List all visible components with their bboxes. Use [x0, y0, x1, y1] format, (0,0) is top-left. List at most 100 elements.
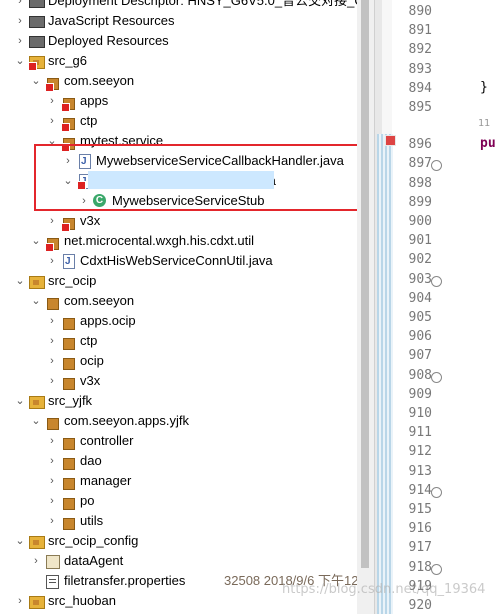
editor-text-area[interactable]	[444, 0, 496, 614]
chevron-right-icon[interactable]: ›	[46, 451, 58, 471]
tree-item-label: net.microcental.wxgh.his.cdxt.util	[64, 233, 255, 248]
chevron-right-icon[interactable]: ›	[14, 591, 26, 611]
tree-item[interactable]: ⌄ net.microcental.wxgh.his.cdxt.util	[0, 231, 357, 252]
package-icon	[60, 333, 76, 350]
chevron-right-icon[interactable]: ›	[14, 11, 26, 31]
tree-item-label: com.seeyon	[64, 293, 135, 308]
chevron-down-icon[interactable]: ⌄	[30, 231, 42, 251]
chevron-right-icon[interactable]: ›	[46, 431, 58, 451]
tree-item-label: src_huoban	[48, 593, 116, 608]
chevron-right-icon[interactable]: ›	[46, 491, 58, 511]
tree-item[interactable]: › manager	[0, 471, 357, 491]
line-number: 916	[408, 521, 432, 537]
tree-item[interactable]: › JavaScript Resources	[0, 11, 357, 31]
tree-item[interactable]: › dao	[0, 451, 357, 471]
chevron-right-icon[interactable]: ›	[46, 251, 58, 271]
annotation-red-box	[34, 144, 360, 211]
chevron-right-icon[interactable]: ›	[46, 371, 58, 391]
tree-item[interactable]: › controller	[0, 431, 357, 451]
line-number: 902	[408, 252, 432, 268]
line-number: 904	[408, 290, 432, 306]
fold-toggle-icon[interactable]	[431, 275, 442, 287]
properties-file-icon	[44, 573, 60, 589]
chevron-right-icon[interactable]: ›	[46, 471, 58, 491]
tree-item[interactable]: › ctp	[0, 111, 357, 132]
java-file-icon	[60, 252, 76, 272]
chevron-right-icon[interactable]: ›	[46, 311, 58, 331]
tree-item[interactable]: › CdxtHisWebServiceConnUtil.java	[0, 251, 357, 272]
line-number: 895	[408, 100, 432, 115]
tree-item-label: v3x	[80, 213, 101, 228]
fold-toggle-icon[interactable]	[431, 371, 442, 383]
chevron-right-icon[interactable]: ›	[46, 91, 58, 111]
chevron-down-icon[interactable]: ⌄	[14, 271, 26, 291]
tree-item-label: Deployment Descriptor: HNSY_G6V5.0_普公交对接…	[48, 0, 357, 8]
chevron-right-icon[interactable]: ›	[14, 31, 26, 51]
line-number: 909	[408, 386, 432, 402]
watermark: https://blog.csdn.net/qq_19364	[282, 582, 486, 597]
fold-toggle-icon[interactable]	[431, 563, 442, 575]
chevron-right-icon[interactable]: ›	[46, 511, 58, 531]
chevron-right-icon[interactable]: ›	[46, 351, 58, 371]
tree-item[interactable]: › po	[0, 491, 357, 511]
tree-item-label: controller	[80, 433, 134, 448]
chevron-right-icon[interactable]: ›	[14, 0, 26, 11]
tree-item[interactable]: ⌄ com.seeyon.apps.yjfk	[0, 411, 357, 431]
chevron-down-icon[interactable]: ⌄	[14, 531, 26, 551]
package-icon	[60, 433, 76, 450]
tree-item[interactable]: › apps.ocip	[0, 311, 357, 331]
line-number: 890	[408, 4, 432, 19]
package-icon	[60, 313, 76, 330]
chevron-down-icon[interactable]: ⌄	[30, 291, 42, 311]
tree-item[interactable]: › apps	[0, 91, 357, 112]
package-icon	[60, 493, 76, 510]
chevron-right-icon[interactable]: ›	[46, 111, 58, 131]
tree-item[interactable]: ⌄ src_ocip_config	[0, 531, 357, 551]
tree-item[interactable]: › Deployment Descriptor: HNSY_G6V5.0_普公交对…	[0, 0, 357, 11]
chevron-down-icon[interactable]: ⌄	[30, 411, 42, 431]
tree-item-label: ctp	[80, 113, 98, 128]
project-explorer: › Deployment Descriptor: HNSY_G6V5.0_普公交对…	[0, 0, 357, 614]
package-error-icon	[60, 113, 76, 132]
tree-item[interactable]: › ocip	[0, 351, 357, 371]
package-error-icon	[44, 73, 60, 92]
tree-item[interactable]: ⌄ com.seeyon	[0, 291, 357, 311]
tree-item-label: manager	[80, 473, 132, 488]
explorer-scrollbar-thumb[interactable]	[361, 0, 369, 568]
chevron-down-icon[interactable]: ⌄	[14, 51, 26, 71]
tree-item[interactable]: › dataAgent	[0, 551, 357, 571]
chevron-right-icon[interactable]: ›	[46, 211, 58, 231]
tree-item[interactable]: ⌄ src_yjfk	[0, 391, 357, 411]
tree-item[interactable]: ⌄ src_g6	[0, 51, 357, 71]
package-icon	[60, 373, 76, 390]
line-number: 891	[408, 23, 432, 39]
tree-item[interactable]: ⌄ src_ocip	[0, 271, 357, 291]
tree-item-label: dao	[80, 453, 102, 468]
code-keyword: pu	[480, 136, 496, 151]
line-number: 919	[408, 578, 432, 594]
chevron-down-icon[interactable]: ⌄	[14, 391, 26, 411]
fold-toggle-icon[interactable]	[431, 486, 442, 498]
tree-item[interactable]: ⌄ com.seeyon	[0, 71, 357, 92]
line-number: 894	[408, 80, 432, 96]
line-number: 910	[408, 406, 432, 421]
chevron-right-icon[interactable]: ›	[46, 331, 58, 351]
package-icon	[60, 353, 76, 370]
tree-item-label: src_ocip	[48, 273, 97, 288]
tree-item[interactable]: › v3x	[0, 371, 357, 391]
chevron-right-icon[interactable]: ›	[30, 551, 42, 571]
tree-item[interactable]: › utils	[0, 511, 357, 531]
line-number: 900	[408, 214, 432, 229]
chevron-down-icon[interactable]: ⌄	[30, 71, 42, 91]
package-error-icon	[60, 213, 76, 232]
chevron-right-icon[interactable]	[30, 571, 42, 591]
line-number: 905	[408, 310, 432, 325]
tree-item-label: com.seeyon.apps.yjfk	[64, 413, 190, 428]
line-number: 911	[408, 425, 432, 441]
tree-item[interactable]: › ctp	[0, 331, 357, 351]
tree-item-label: filetransfer.properties	[64, 573, 186, 588]
line-number: 899	[408, 194, 432, 210]
tree-item-label: apps	[80, 93, 109, 108]
tree-item[interactable]: › Deployed Resources	[0, 31, 357, 51]
tree-item[interactable]: › v3x	[0, 211, 357, 232]
